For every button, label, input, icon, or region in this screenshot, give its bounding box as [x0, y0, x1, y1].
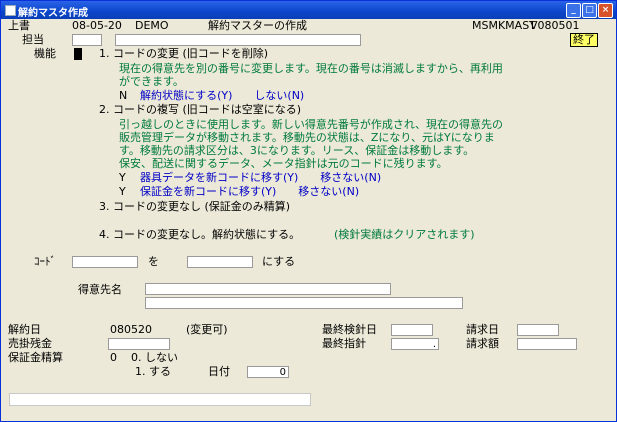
exit-button[interactable]: 終了 [570, 33, 598, 47]
kinou-label: 機能 [34, 47, 56, 60]
seikyu-bi-field [517, 324, 559, 336]
option-1-choice: 解約状態にする(Y) しない(N) [140, 89, 305, 102]
title-bar[interactable]: 解約マスタ作成 _ □ × [1, 1, 616, 19]
customer-name-input-2[interactable] [145, 297, 463, 309]
tanto-name-input[interactable] [115, 34, 361, 46]
status-bar [9, 393, 311, 406]
window-title: 解約マスタ作成 [18, 8, 88, 19]
app-window: 解約マスタ作成 _ □ × 上書 08-05-20 DEMO 解約マスターの作成… [0, 0, 617, 422]
close-button[interactable]: × [598, 3, 613, 18]
program-id: MSMKMAST [472, 19, 536, 32]
option-2-desc-3: す。移動先の請求区分は、3になります。リース、保証金は移動します。 [119, 144, 475, 157]
option-shinai: 0. しない [131, 351, 178, 364]
urikake-zankin-label: 売掛残金 [8, 337, 52, 350]
minimize-button[interactable]: _ [566, 3, 581, 18]
saishu-kenshin-bi-field [391, 324, 433, 336]
option-2-desc-1: 引っ越しのときに使用します。新しい得意先番号が作成され、現在の得意先の [119, 118, 504, 131]
option-3: 3. コードの変更なし (保証金のみ精算) [99, 200, 291, 213]
option-4-note: (検針実績はクリアされます) [334, 228, 475, 241]
tanto-label: 担当 [22, 33, 44, 46]
customer-name-label: 得意先名 [78, 283, 122, 296]
seikyu-gaku-label: 請求額 [466, 337, 499, 350]
user-label: DEMO [135, 19, 169, 32]
saishu-shishin-field: . [391, 338, 439, 350]
customer-name-input-1[interactable] [145, 283, 391, 295]
urikake-zankin-field [108, 338, 170, 350]
screen-title: 解約マスターの作成 [208, 19, 307, 32]
kaiyaku-bi-value[interactable]: 080520 [110, 323, 152, 336]
old-code-input[interactable] [72, 256, 138, 268]
new-code-input[interactable] [187, 256, 253, 268]
kinou-input[interactable] [74, 48, 82, 60]
code-label: ｺｰﾄﾞ [34, 255, 56, 268]
date-label: 08-05-20 [72, 19, 122, 32]
mode-label: 上書 [8, 19, 30, 32]
hoshokin-seisan-value[interactable]: 0 [110, 351, 117, 364]
saishu-shishin-label: 最終指針 [322, 337, 366, 350]
option-2-flag-1[interactable]: Y [119, 171, 126, 184]
tanto-code-input[interactable] [72, 34, 102, 46]
option-2-desc-2: 販売管理データが移動されます。移動先の状態は、Zになり、元はYになりま [119, 131, 495, 144]
option-4: 4. コードの変更なし。解約状態にする。 [99, 228, 301, 241]
maximize-button[interactable]: □ [582, 3, 597, 18]
saishu-kenshin-bi-label: 最終検針日 [322, 323, 377, 336]
option-2-choice-2: 保証金を新コードに移す(Y) 移さない(N) [140, 185, 360, 198]
option-suru: 1. する [135, 365, 171, 378]
option-2-flag-2[interactable]: Y [119, 185, 126, 198]
option-1-desc-1: 現在の得意先を別の番号に変更します。現在の番号は消滅しますから、再利用 [119, 62, 503, 75]
seikyu-bi-label: 請求日 [466, 323, 499, 336]
kaiyaku-bi-label: 解約日 [8, 323, 41, 336]
ni-suru-label: にする [262, 255, 296, 268]
seikyu-gaku-field [517, 338, 577, 350]
hizuke-label: 日付 [208, 365, 230, 378]
henko-ka-label: (変更可) [186, 323, 228, 336]
option-1-flag[interactable]: N [119, 89, 127, 102]
hoshokin-seisan-label: 保証金精算 [8, 351, 63, 364]
option-2-choice-1: 器具データを新コードに移す(Y) 移さない(N) [140, 171, 382, 184]
option-1-desc-2: ができます。 [119, 75, 184, 88]
option-2-title: 2. コードの複写 (旧コードは空室になる) [99, 103, 302, 116]
form-area: 上書 08-05-20 DEMO 解約マスターの作成 MSMKMAST V080… [4, 19, 613, 418]
app-icon [5, 5, 16, 16]
version-label: V080501 [530, 19, 580, 32]
hizuke-input[interactable]: 0 [247, 366, 289, 378]
wo-label: を [148, 255, 159, 268]
option-2-desc-4: 保安、配送に関するデータ、メータ指針は元のコードに残ります。 [119, 157, 448, 170]
option-1-title: 1. コードの変更 (旧コードを削除) [99, 47, 269, 60]
